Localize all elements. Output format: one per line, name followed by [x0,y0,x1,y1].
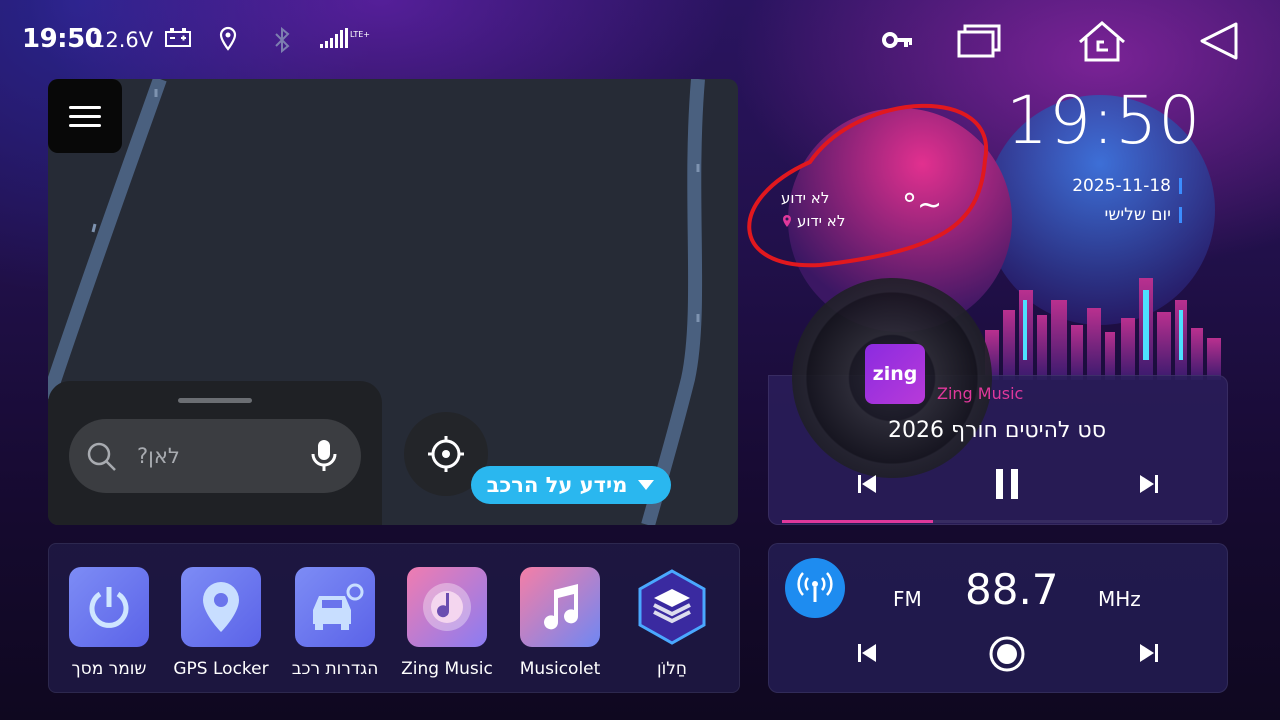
app-label: הגדרות רכב [291,659,379,679]
map-menu-button[interactable] [48,79,122,153]
record-circle-icon [989,636,1025,672]
power-icon [69,567,149,647]
app-gps-locker[interactable]: GPS Locker [165,567,277,679]
app-label: שומר מסך [71,659,147,679]
music-progress-fill [782,520,933,523]
temperature: °~ [902,188,943,223]
vehicle-info-label: מידע על הרכב [486,473,628,497]
status-time: 19:50 [22,24,103,54]
music-disc-icon [407,567,487,647]
clock-date: 2025-11-18 [1072,176,1171,196]
date-marker [1179,178,1182,194]
app-window[interactable]: חַלוֹן [616,567,728,679]
app-screensaver[interactable]: שומר מסך [53,567,165,679]
pin-icon [783,215,791,227]
app-car-settings[interactable]: הגדרות רכב [279,567,391,679]
clock-date-row: 2025-11-18 [1072,176,1182,196]
music-previous-button[interactable] [850,466,884,502]
app-label: חַלוֹן [656,659,688,679]
skip-previous-icon [858,644,876,662]
battery-icon [165,28,191,47]
clock-day-row: יום שלישי [1105,205,1182,225]
app-label: Zing Music [401,659,493,679]
search-icon [87,442,116,471]
pause-icon [996,469,1018,499]
skip-next-icon [1140,475,1158,493]
radio-unit: MHz [1098,587,1141,611]
app-label: GPS Locker [173,659,269,679]
app-musicolet[interactable]: Musicolet [504,567,616,679]
bluetooth-icon [275,26,290,54]
weather-condition: לא ידוע [781,189,830,207]
radio-previous-button[interactable] [850,635,884,671]
app-zing-music[interactable]: Zing Music [391,567,503,679]
skip-next-icon [1140,644,1158,662]
radio-play-button[interactable] [985,632,1029,676]
music-next-button[interactable] [1132,466,1166,502]
crosshair-icon [428,436,464,472]
key-icon[interactable] [882,30,914,50]
network-type: LTE+ [350,30,370,39]
zing-app-icon[interactable]: zing [865,344,925,404]
layers-icon [632,567,712,647]
back-icon[interactable] [1198,20,1242,62]
radio-button[interactable] [785,558,845,618]
recent-apps-icon[interactable] [956,20,1004,60]
skip-previous-icon [858,475,876,493]
drag-handle[interactable] [178,398,252,403]
music-note-icon [520,567,600,647]
radio-frequency: 88.7 [965,565,1059,614]
clock-day: יום שלישי [1104,205,1171,225]
music-app-name: Zing Music [937,384,1024,403]
search-placeholder: לאן? [137,444,180,468]
car-settings-icon [295,567,375,647]
day-marker [1179,207,1182,223]
city-skyline-image [985,278,1221,380]
weather-location: לא ידוע [781,212,845,230]
song-title: סט להיטים חורף 2026 [888,418,1106,443]
home-icon[interactable] [1076,20,1128,64]
app-label: Musicolet [519,659,601,679]
radio-band: FM [893,587,922,611]
vehicle-info-button[interactable]: מידע על הרכב [471,466,671,504]
location-icon [219,26,237,51]
music-pause-button[interactable] [987,462,1027,506]
weather-location-text: לא ידוע [797,212,846,230]
microphone-icon[interactable] [310,438,338,474]
clock-time: 19:50 [1006,82,1202,159]
status-voltage: 12.6V [92,28,154,52]
radio-next-button[interactable] [1132,635,1166,671]
location-pin-icon [181,567,261,647]
dropdown-arrow-icon [638,480,655,490]
radio-antenna-icon [797,572,833,602]
